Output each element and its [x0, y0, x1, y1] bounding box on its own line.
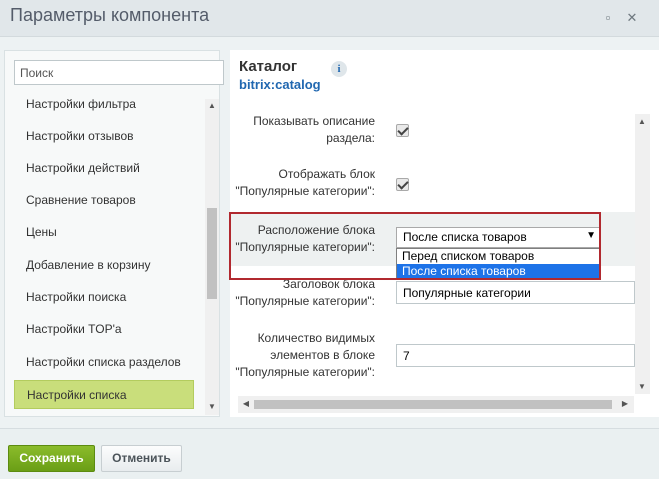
scroll-up-icon[interactable]: ▲	[205, 101, 219, 110]
show-popular-label: Отображать блок "Популярные категории":	[235, 167, 375, 198]
horizontal-scroll-thumb[interactable]	[254, 400, 612, 409]
parameters-panel: Каталог bitrix:catalog i Показывать опис…	[230, 50, 659, 417]
popular-position-label: Расположение блока "Популярные категории…	[235, 223, 375, 254]
sidebar: Настройки фильтра Настройки отзывов Наст…	[4, 50, 224, 417]
scroll-down-icon[interactable]: ▼	[635, 382, 649, 391]
component-parameters-dialog: Параметры компонента ▫ ✕ Настройки фильт…	[0, 0, 659, 479]
save-button[interactable]: Сохранить	[8, 445, 95, 472]
popular-position-dropdown: Перед списком товаров После списка товар…	[396, 248, 601, 279]
show-description-label: Показывать описание раздела:	[253, 114, 375, 145]
component-code: bitrix:catalog	[239, 77, 321, 92]
popular-position-value: После списка товаров	[403, 230, 527, 244]
sidebar-list: Настройки фильтра Настройки отзывов Наст…	[5, 87, 205, 417]
show-description-checkbox[interactable]	[396, 124, 409, 137]
dropdown-option-after[interactable]: После списка товаров	[397, 264, 600, 279]
scroll-left-icon[interactable]: ◀	[239, 399, 253, 408]
content-horizontal-scrollbar[interactable]: ◀ ▶	[238, 396, 634, 413]
popular-title-label: Заголовок блока "Популярные категории":	[235, 277, 375, 308]
close-icon[interactable]: ✕	[623, 9, 641, 27]
sidebar-scrollbar[interactable]: ▲ ▼	[205, 99, 219, 415]
cancel-button[interactable]: Отменить	[101, 445, 182, 472]
dialog-title: Параметры компонента	[10, 5, 210, 25]
popular-count-label: Количество видимых элементов в блоке "По…	[235, 331, 375, 379]
sidebar-item-top-settings[interactable]: Настройки TOP'а	[14, 315, 194, 344]
popular-title-field[interactable]	[396, 281, 635, 304]
sidebar-scroll-thumb[interactable]	[207, 208, 217, 299]
scroll-up-icon[interactable]: ▲	[635, 117, 649, 126]
title-bar[interactable]: Параметры компонента ▫ ✕	[0, 0, 659, 37]
dialog-footer: Сохранить Отменить	[0, 428, 659, 479]
dropdown-option-before[interactable]: Перед списком товаров	[397, 249, 600, 264]
content-scrollbar[interactable]: ▲ ▼	[635, 114, 650, 394]
sidebar-item-filter-settings[interactable]: Настройки фильтра	[14, 90, 194, 119]
sidebar-item-actions-settings[interactable]: Настройки действий	[14, 154, 194, 183]
sidebar-item-compare[interactable]: Сравнение товаров	[14, 186, 194, 215]
maximize-icon[interactable]: ▫	[599, 9, 617, 27]
sidebar-item-prices[interactable]: Цены	[14, 218, 194, 247]
chevron-down-icon: ▼	[586, 230, 596, 241]
scroll-right-icon[interactable]: ▶	[618, 399, 632, 408]
sidebar-item-reviews-settings[interactable]: Настройки отзывов	[14, 122, 194, 151]
sidebar-item-sections-list-settings[interactable]: Настройки списка разделов	[14, 348, 194, 377]
popular-count-field[interactable]	[396, 344, 635, 367]
content-scroll-track	[638, 130, 647, 382]
sidebar-item-list-settings[interactable]: Настройки списка	[14, 380, 194, 409]
popular-position-select[interactable]: После списка товаров ▼	[396, 227, 601, 248]
sidebar-item-add-to-cart[interactable]: Добавление в корзину	[14, 251, 194, 280]
show-popular-checkbox[interactable]	[396, 178, 409, 191]
scroll-down-icon[interactable]: ▼	[205, 402, 219, 411]
component-title: Каталог	[239, 58, 298, 75]
info-icon[interactable]: i	[331, 61, 347, 77]
search-input[interactable]	[14, 60, 224, 85]
sidebar-item-search-settings[interactable]: Настройки поиска	[14, 283, 194, 312]
